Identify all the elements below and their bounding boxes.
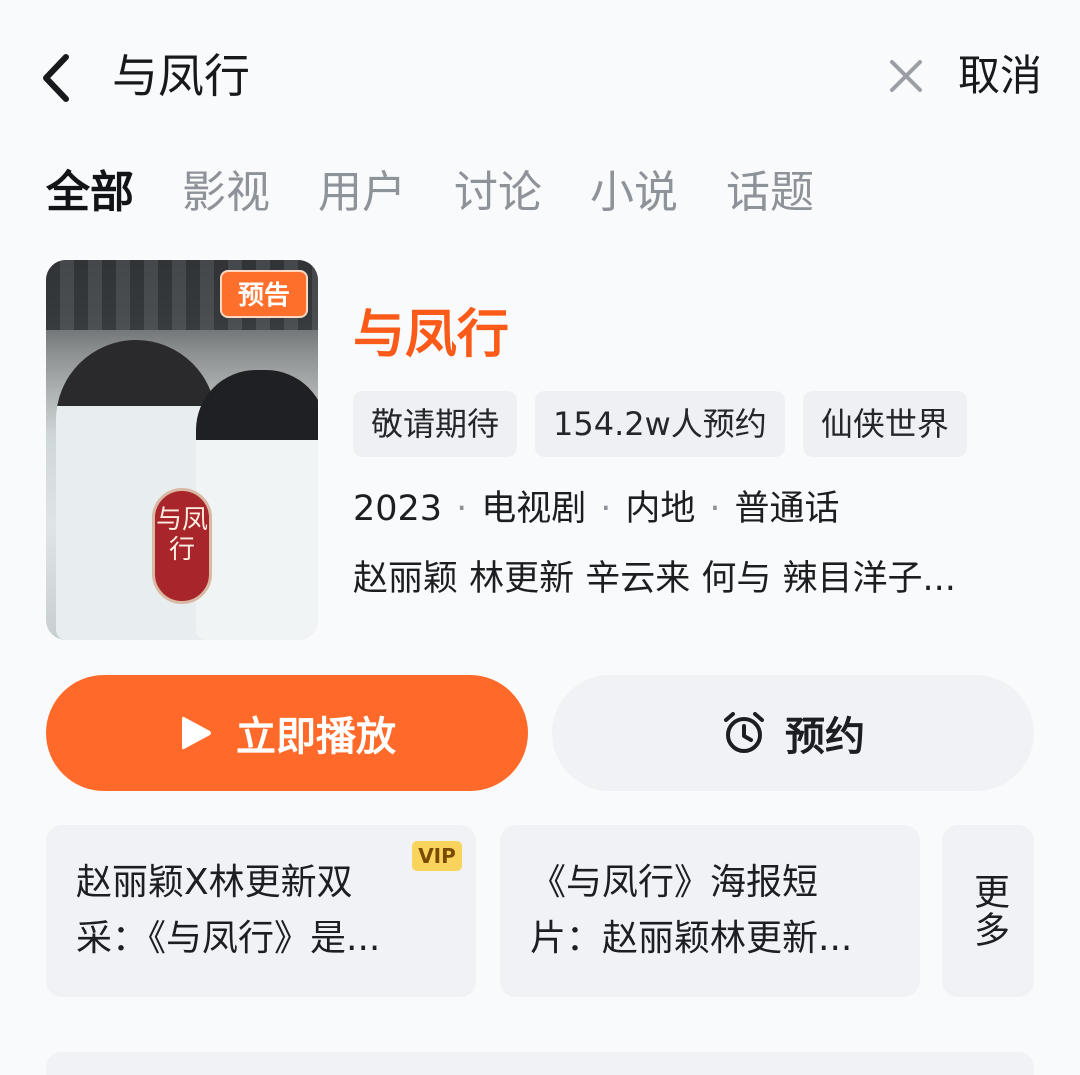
search-input[interactable]: 与凤行	[112, 46, 250, 106]
meta-year: 2023	[353, 489, 443, 529]
poster-figure-right	[196, 370, 318, 640]
meta-separator: ·	[709, 489, 721, 529]
meta-separator: ·	[600, 489, 612, 529]
tab-all[interactable]: 全部	[46, 160, 134, 230]
search-bar: 与凤行 取消	[0, 0, 1080, 150]
search-results-page: 与凤行 取消 全部 影视 用户 讨论 小说 话题 与凤行 预告 与凤行 敬请期待…	[0, 0, 1080, 1075]
tab-novel[interactable]: 小说	[590, 160, 678, 230]
tab-topics[interactable]: 话题	[726, 160, 814, 230]
meta-language: 普通话	[734, 489, 840, 529]
play-now-label: 立即播放	[236, 714, 396, 760]
related-video-title: 赵丽颖X林更新双 采：《与凤行》是...	[76, 855, 380, 967]
back-button[interactable]	[30, 48, 80, 108]
next-result-card[interactable]	[46, 1052, 1034, 1075]
poster-seal-text: 与凤行	[155, 505, 208, 565]
show-meta: 2023 · 电视剧 · 内地 · 普通话	[353, 482, 840, 536]
alarm-clock-icon	[724, 712, 764, 753]
category-tabs: 全部 影视 用户 讨论 小说 话题	[46, 160, 862, 230]
related-video-title-line: 采：《与凤行》是...	[76, 918, 381, 959]
poster-title-seal: 与凤行	[152, 488, 212, 604]
tab-video[interactable]: 影视	[182, 160, 270, 230]
cancel-button[interactable]: 取消	[958, 46, 1042, 106]
show-title[interactable]: 与凤行	[353, 300, 509, 370]
trailer-badge: 预告	[220, 270, 308, 318]
cast-list: 赵丽颖 林更新 辛云来 何与 辣目洋子...	[353, 559, 956, 599]
related-video-title-line: 《与凤行》海报短	[530, 862, 819, 903]
tab-discussion[interactable]: 讨论	[454, 160, 542, 230]
reservation-count-chip: 154.2w人预约	[535, 391, 785, 457]
related-video-card[interactable]: 《与凤行》海报短 片：赵丽颖林更新...	[500, 825, 920, 997]
related-video-title-line: 赵丽颖X林更新双	[76, 862, 353, 903]
related-video-title: 《与凤行》海报短 片：赵丽颖林更新...	[530, 855, 852, 967]
meta-type: 电视剧	[481, 489, 587, 529]
tag-chips: 敬请期待 154.2w人预约 仙侠世界	[353, 391, 985, 457]
vip-badge: VIP	[412, 841, 462, 871]
play-now-button[interactable]: 立即播放	[46, 675, 528, 791]
clear-search-button[interactable]	[880, 50, 932, 102]
close-icon	[890, 60, 922, 92]
status-chip: 敬请期待	[353, 391, 518, 457]
tab-users[interactable]: 用户	[318, 160, 406, 230]
reserve-label: 预约	[785, 714, 865, 760]
meta-separator: ·	[456, 489, 468, 529]
genre-chip[interactable]: 仙侠世界	[802, 391, 967, 457]
related-video-title-line: 片：赵丽颖林更新...	[530, 918, 853, 959]
reserve-button[interactable]: 预约	[552, 675, 1034, 791]
meta-region: 内地	[625, 489, 696, 529]
more-button[interactable]: 更多	[942, 825, 1034, 997]
chevron-left-icon	[43, 54, 69, 102]
play-icon	[182, 716, 211, 750]
more-label: 更多	[968, 873, 1009, 949]
related-video-card[interactable]: 赵丽颖X林更新双 采：《与凤行》是... VIP	[46, 825, 476, 997]
